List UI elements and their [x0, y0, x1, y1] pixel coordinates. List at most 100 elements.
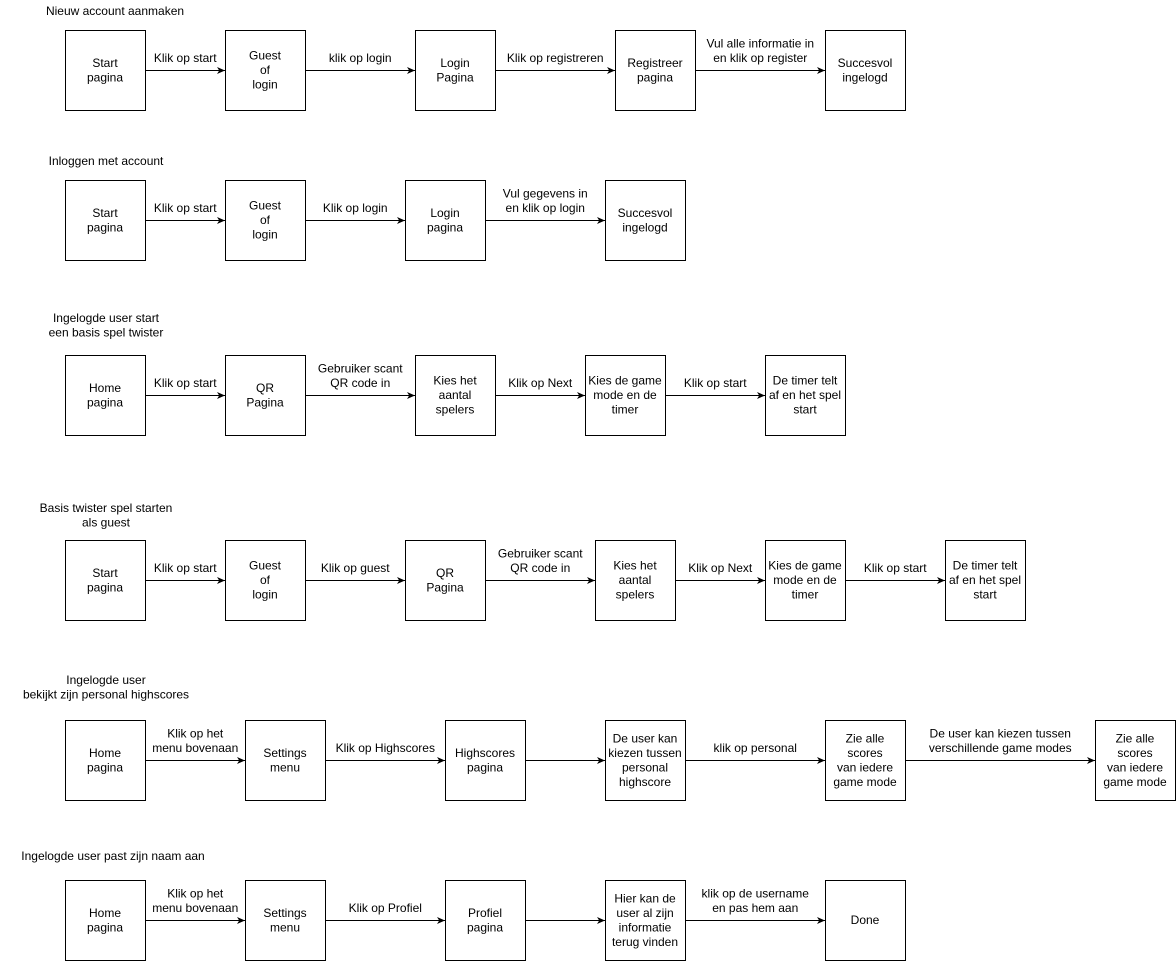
node-scores-2: Zie alle scores van iedere game mode — [1095, 720, 1176, 801]
edge-label-line: Klik op Next — [508, 376, 573, 390]
edge-label: De user kan kiezen tussen verschillende g… — [929, 727, 1072, 756]
node-label-line: ingelogd — [842, 70, 887, 84]
edge-start-to-guest-login: Klik op start — [145, 51, 225, 74]
node-label-line: De timer telt — [953, 559, 1018, 573]
flow-title: Nieuw account aanmaken — [46, 4, 184, 18]
flow-login-account: Inloggen met accountStart paginaGuest of lo… — [49, 154, 686, 261]
node-login-page: Login Pagina — [415, 30, 496, 111]
edge-start-to-guest-login: Klik op start — [145, 561, 225, 584]
flow-title-line: Ingelogde user — [66, 673, 145, 687]
edge-scores-1-to-scores-2: De user kan kiezen tussen verschillende g… — [905, 727, 1095, 764]
node-label-line: Guest — [249, 49, 282, 63]
edge-label: klik op personal — [714, 741, 797, 755]
node-label-line: pagina — [87, 220, 123, 234]
node-label: Profiel pagina — [467, 906, 503, 935]
flow-user-start-game: Ingelogde user start een basis spel twist… — [49, 311, 846, 436]
node-guest-login: Guest of login — [225, 540, 306, 621]
node-label-line: Highscores — [455, 746, 515, 760]
node-label-line: pagina — [87, 395, 123, 409]
flow-diagram: Nieuw account aanmakenStart paginaGuest of… — [21, 4, 1176, 961]
node-label-line: Kies de game — [768, 559, 842, 573]
node-label-line: login — [252, 228, 277, 242]
node-label-line: timer — [792, 588, 819, 602]
edge-label-line: QR code in — [330, 376, 390, 390]
flow-title-line: Basis twister spel starten — [40, 501, 173, 515]
edge-label-line: Gebruiker scant — [318, 362, 403, 376]
flow-title-line: Nieuw account aanmaken — [46, 4, 184, 18]
node-label-line: scores — [1117, 746, 1152, 760]
node-label-line: mode en de — [593, 388, 657, 402]
node-label: Home pagina — [87, 381, 123, 410]
node-label-line: Registreer — [627, 56, 682, 70]
edge-label-line: Klik op het — [167, 887, 224, 901]
edge-label: Vul alle informatie in en klik op registe… — [706, 37, 814, 66]
node-label-line: highscore — [619, 775, 671, 789]
edge-login-page-to-logged-in: Vul gegevens in en klik op login — [485, 187, 605, 224]
edge-label-line: Klik op het — [167, 727, 224, 741]
edge-label-line: Klik op start — [154, 561, 217, 575]
edge-label-line: Klik op Profiel — [349, 901, 422, 915]
node-timer: De timer telt af en het spel start — [765, 355, 846, 436]
node-label-line: informatie — [619, 920, 672, 934]
node-label-line: pagina — [87, 920, 123, 934]
node-label-line: Home — [89, 381, 121, 395]
node-label-line: Login — [440, 56, 469, 70]
node-label-line: aantal — [619, 573, 652, 587]
node-mode: Kies de game mode en de timer — [585, 355, 666, 436]
node-home: Home pagina — [65, 880, 146, 961]
edge-label-line: klik op personal — [714, 741, 797, 755]
node-label: Kies het aantal spelers — [433, 374, 477, 417]
node-label: Succesvol ingelogd — [838, 56, 893, 85]
node-logged-in: Succesvol ingelogd — [605, 180, 686, 261]
node-label-line: pagina — [427, 220, 463, 234]
edge-label-line: Klik op Highscores — [336, 741, 435, 755]
node-label-line: Start — [92, 206, 118, 220]
node-label-line: pagina — [87, 70, 123, 84]
node-label-line: Guest — [249, 199, 282, 213]
node-label-line: Settings — [263, 906, 306, 920]
node-home: Home pagina — [65, 355, 146, 436]
node-label-line: De user kan — [613, 731, 678, 745]
node-settings: Settings menu — [245, 720, 326, 801]
edge-label-line: klik op login — [329, 51, 392, 65]
edge-label: Klik op start — [154, 561, 217, 575]
node-done: Done — [825, 880, 906, 961]
flow-title-line: Ingelogde user start — [53, 311, 160, 325]
edge-start-to-guest-login: Klik op start — [145, 201, 225, 224]
flow-title-line: bekijkt zijn personal highscores — [23, 688, 189, 702]
node-label-line: Login — [430, 206, 459, 220]
edge-guest-login-to-login-page: klik op login — [305, 51, 415, 74]
flow-title: Ingelogde user past zijn naam aan — [21, 849, 204, 863]
node-start: Start pagina — [65, 540, 146, 621]
edge-home-to-qr: Klik op start — [145, 376, 225, 399]
node-start: Start pagina — [65, 180, 146, 261]
edge-label: Klik op het menu bovenaan — [152, 887, 238, 916]
edge-label: Klik op Next — [688, 561, 753, 575]
edge-label: Klik op start — [154, 51, 217, 65]
edge-label: Vul gegevens in en klik op login — [503, 187, 588, 216]
node-label-line: kiezen tussen — [608, 746, 681, 760]
edge-qr-to-players: Gebruiker scant QR code in — [305, 362, 415, 399]
node-login-page: Login pagina — [405, 180, 486, 261]
edge-players-to-mode: Klik op Next — [675, 561, 765, 584]
edge-label-line: QR code in — [510, 561, 570, 575]
node-label-line: pagina — [467, 920, 503, 934]
node-label-line: Pagina — [426, 580, 464, 594]
edge-label-line: en pas hem aan — [712, 901, 798, 915]
edge-label-line: Klik op start — [154, 376, 217, 390]
node-guest-login: Guest of login — [225, 30, 306, 111]
edge-label: Gebruiker scant QR code in — [498, 547, 583, 576]
node-label: Home pagina — [87, 746, 123, 775]
node-label-line: start — [793, 403, 817, 417]
node-profile: Profiel pagina — [445, 880, 526, 961]
node-home: Home pagina — [65, 720, 146, 801]
node-label-line: menu — [270, 760, 300, 774]
node-label-line: Hier kan de — [614, 891, 676, 905]
flow-title-line: Inloggen met account — [49, 154, 164, 168]
node-players: Kies het aantal spelers — [595, 540, 676, 621]
node-label: Hier kan de user al zijn informatie terug v… — [612, 891, 678, 949]
node-label-line: menu — [270, 920, 300, 934]
edge-label-line: Klik op registreren — [507, 51, 604, 65]
node-label-line: Succesvol — [618, 206, 673, 220]
node-start: Start pagina — [65, 30, 146, 111]
